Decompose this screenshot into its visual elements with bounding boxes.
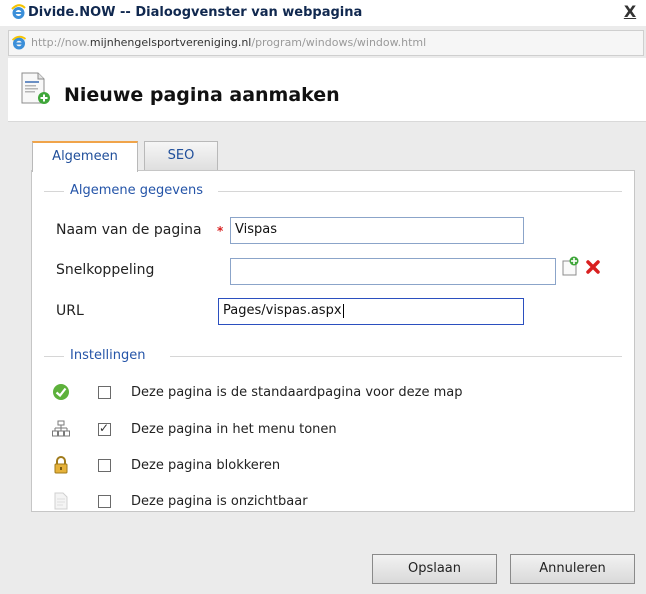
page-title: Nieuwe pagina aanmaken [64,84,340,106]
settings-legend: Instellingen [66,348,150,363]
required-marker: * [217,224,224,238]
add-link-icon[interactable] [560,256,580,276]
page-name-input[interactable]: Vispas [230,217,524,244]
general-legend: Algemene gegevens [66,183,207,198]
sitemap-icon [52,420,70,437]
fieldset-divider [170,356,622,357]
tab-panel: Algemene gegevens Naam van de pagina * V… [31,170,635,512]
tab-seo[interactable]: SEO [144,141,218,171]
fieldset-divider [44,356,64,357]
fieldset-divider [218,191,622,192]
invisible-page-label: Deze pagina is onzichtbaar [131,494,308,509]
save-button[interactable]: Opslaan [372,554,497,584]
title-bar: Divide.NOW -- Dialoogvenster van webpagi… [0,0,646,26]
shortcut-label: Snelkoppeling [56,262,155,278]
block-page-checkbox[interactable] [98,459,111,472]
close-button[interactable]: X [621,2,639,22]
check-circle-icon [53,384,69,400]
url-input-value: Pages/vispas.aspx [223,303,342,318]
shortcut-input[interactable] [230,258,556,285]
cancel-button[interactable]: Annuleren [510,554,635,584]
text-caret [342,303,344,318]
url-path: /program/windows/window.html [251,36,427,49]
show-in-menu-checkbox[interactable]: ✓ [98,421,111,436]
new-page-icon [21,72,50,104]
default-page-label: Deze pagina is de standaardpagina voor d… [131,385,463,400]
dialog-window: Divide.NOW -- Dialoogvenster van webpagi… [0,0,646,594]
block-page-label: Deze pagina blokkeren [131,458,281,473]
delete-link-icon[interactable] [586,260,600,274]
invisible-page-checkbox[interactable] [98,495,111,508]
url-prefix: http://now. [31,36,90,49]
default-page-checkbox[interactable] [98,386,111,399]
window-title: Divide.NOW -- Dialoogvenster van webpagi… [28,5,363,20]
address-bar: http://now.mijnhengelsportvereniging.nl/… [8,30,644,56]
hidden-page-icon [54,492,68,510]
internet-explorer-icon [11,35,27,50]
lock-icon [54,456,68,474]
address-url: http://now.mijnhengelsportvereniging.nl/… [31,36,426,49]
internet-explorer-icon [10,4,27,21]
url-domain: mijnhengelsportvereniging.nl [89,36,252,49]
url-input[interactable]: Pages/vispas.aspx [218,298,524,325]
dialog-header: Nieuwe pagina aanmaken [8,58,646,122]
tab-algemeen[interactable]: Algemeen [32,141,138,172]
url-label: URL [56,303,84,319]
fieldset-divider [44,191,64,192]
name-label: Naam van de pagina [56,222,202,238]
show-in-menu-label: Deze pagina in het menu tonen [131,422,337,437]
checkbox-mark: ✓ [99,421,110,435]
